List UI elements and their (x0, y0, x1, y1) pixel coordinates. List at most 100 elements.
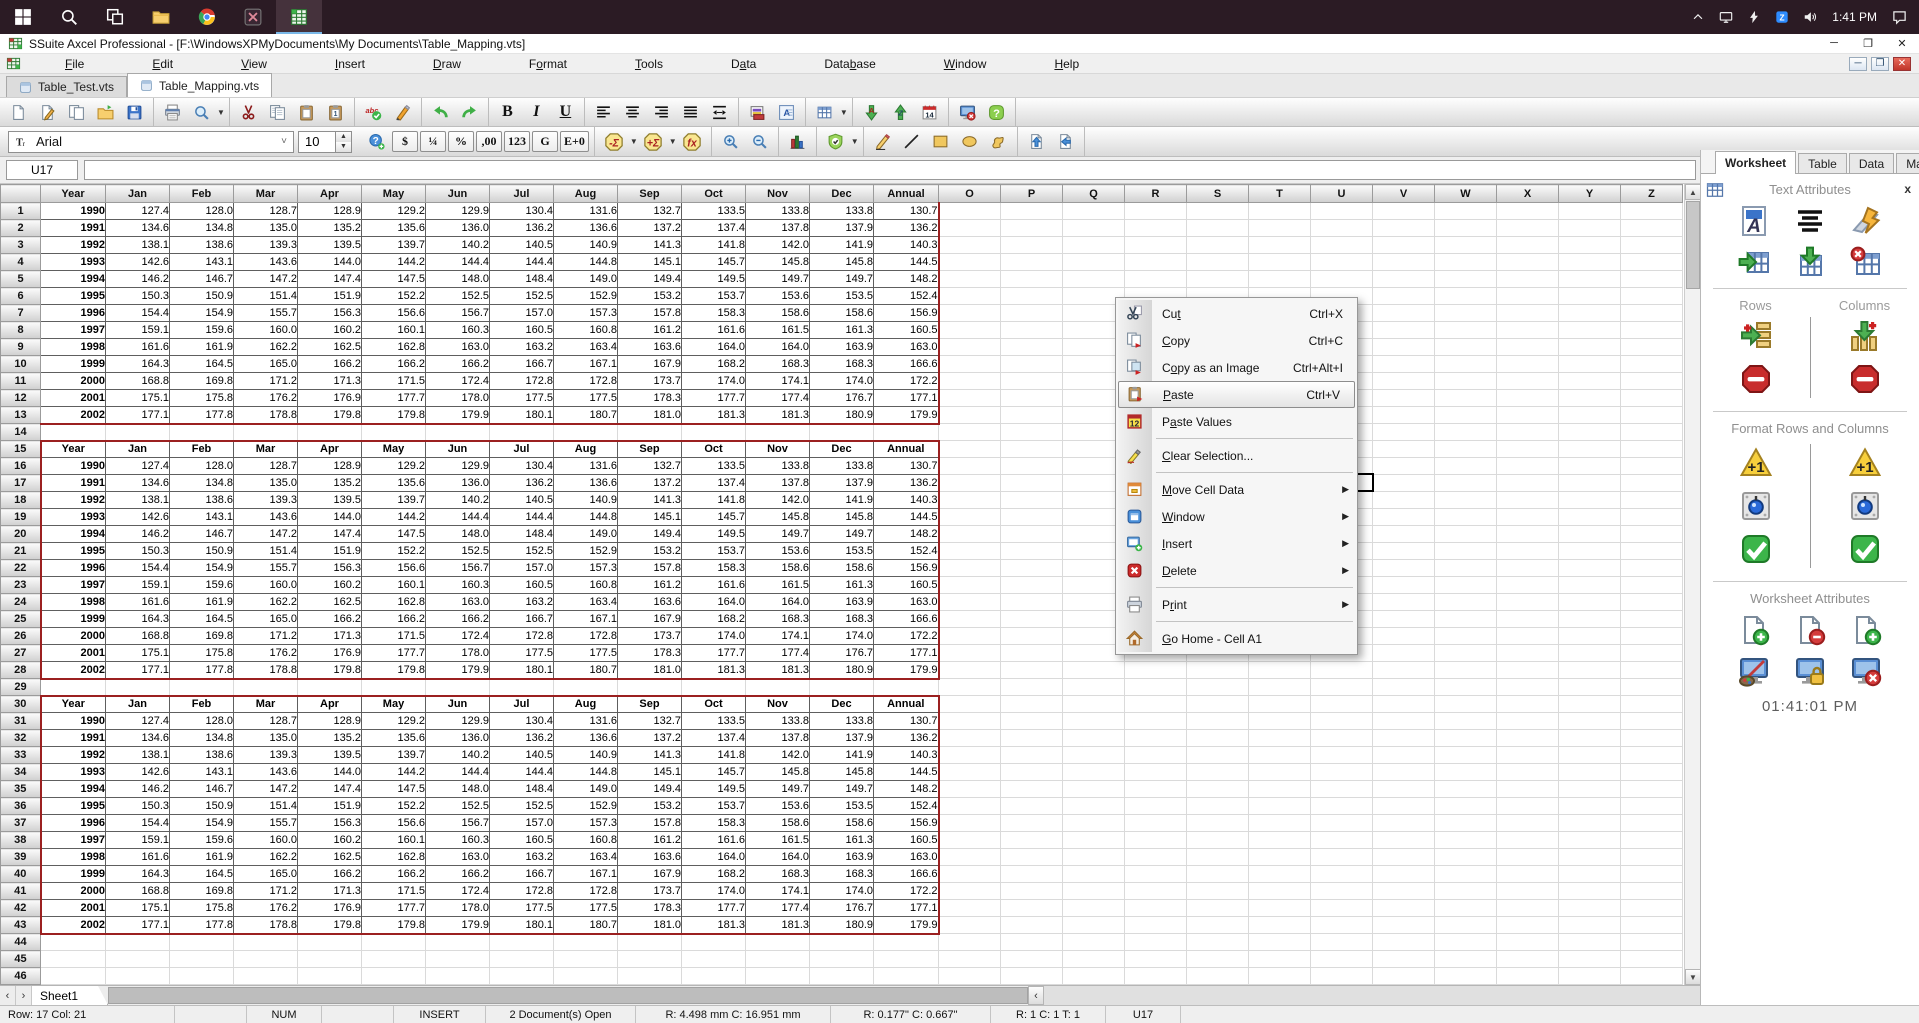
row-header-44[interactable]: 44 (1, 934, 41, 951)
undo-button[interactable] (426, 100, 455, 125)
grid-cell[interactable] (1125, 900, 1187, 917)
grid-cell[interactable] (1435, 543, 1497, 560)
grid-cell[interactable] (106, 424, 170, 441)
grid-cell[interactable]: 160.1 (362, 322, 426, 339)
redo-button[interactable] (455, 100, 484, 125)
grid-cell[interactable]: 179.8 (298, 917, 362, 934)
fit-width-button[interactable] (705, 100, 734, 125)
grid-cell[interactable]: 146.2 (106, 271, 170, 288)
grid-cell[interactable] (1125, 815, 1187, 832)
menu-data[interactable]: Data (697, 57, 790, 71)
grid-cell[interactable] (746, 424, 810, 441)
grid-cell[interactable] (1311, 900, 1373, 917)
grid-cell[interactable] (1311, 832, 1373, 849)
grid-cell[interactable]: 160.5 (490, 577, 554, 594)
grid-cell[interactable] (1001, 679, 1063, 696)
grid-cell[interactable]: 143.1 (170, 509, 234, 526)
pn-flash-button[interactable] (1849, 204, 1883, 238)
grid-cell[interactable]: 149.4 (618, 271, 682, 288)
grid-cell[interactable] (1249, 713, 1311, 730)
grid-cell[interactable] (1621, 747, 1683, 764)
pn-dial-button[interactable] (1739, 489, 1773, 523)
grid-cell[interactable] (1435, 662, 1497, 679)
grid-cell[interactable]: 177.7 (682, 900, 746, 917)
panel-tab-table[interactable]: Table (1798, 153, 1847, 173)
grid-cell[interactable]: 144.4 (426, 764, 490, 781)
grid-cell[interactable]: 147.5 (362, 271, 426, 288)
grid-cell[interactable] (939, 883, 1001, 900)
grid-cell[interactable]: 137.9 (810, 730, 874, 747)
grid-cell[interactable] (939, 475, 1001, 492)
grid-cell[interactable]: Sep (618, 441, 682, 458)
row-header-45[interactable]: 45 (1, 951, 41, 968)
grid-cell[interactable]: 144.2 (362, 764, 426, 781)
grid-cell[interactable] (170, 968, 234, 985)
grid-cell[interactable] (939, 951, 1001, 968)
grid-cell[interactable]: 178.0 (426, 390, 490, 407)
column-header-Sep[interactable]: Sep (618, 185, 682, 203)
grid-cell[interactable]: 140.5 (490, 747, 554, 764)
grid-cell[interactable]: 178.3 (618, 390, 682, 407)
chart-button[interactable] (783, 129, 812, 154)
grid-cell[interactable] (1249, 764, 1311, 781)
grid-cell[interactable] (939, 509, 1001, 526)
grid-cell[interactable]: 166.7 (490, 866, 554, 883)
grid-cell[interactable]: 129.2 (362, 713, 426, 730)
row-header-27[interactable]: 27 (1, 645, 41, 662)
grid-cell[interactable]: Dec (810, 441, 874, 458)
column-header-Q[interactable]: Q (1063, 185, 1125, 203)
grid-cell[interactable]: 161.2 (618, 322, 682, 339)
grid-cell[interactable]: 136.0 (426, 730, 490, 747)
grid-cell[interactable]: 157.8 (618, 815, 682, 832)
grid-cell[interactable]: 142.6 (106, 509, 170, 526)
grid-cell[interactable] (1435, 679, 1497, 696)
pn-col-add-button[interactable] (1848, 319, 1882, 353)
grid-cell[interactable]: 172.2 (874, 373, 939, 390)
row-header-29[interactable]: 29 (1, 679, 41, 696)
align-center-button[interactable] (618, 100, 647, 125)
grid-cell[interactable]: 177.4 (746, 390, 810, 407)
grid-cell[interactable] (1621, 713, 1683, 730)
grid-cell[interactable] (1001, 611, 1063, 628)
grid-cell[interactable]: 149.7 (810, 271, 874, 288)
grid-cell[interactable] (1311, 781, 1373, 798)
grid-cell[interactable]: Aug (554, 441, 618, 458)
grid-cell[interactable]: 135.0 (234, 220, 298, 237)
grid-cell[interactable]: 163.0 (874, 339, 939, 356)
grid-cell[interactable]: 159.6 (170, 577, 234, 594)
grid-cell[interactable] (1249, 730, 1311, 747)
grid-cell[interactable] (1497, 747, 1559, 764)
grid-cell[interactable]: 160.8 (554, 832, 618, 849)
grid-cell[interactable] (1125, 747, 1187, 764)
grid-cell[interactable] (1373, 458, 1435, 475)
dropdown-arrow-icon[interactable]: ▼ (851, 137, 859, 146)
grid-cell[interactable] (1497, 424, 1559, 441)
grid-cell[interactable] (1249, 271, 1311, 288)
grid-cell[interactable]: Apr (298, 441, 362, 458)
grid-cell[interactable] (1559, 713, 1621, 730)
grid-cell[interactable] (1435, 849, 1497, 866)
grid-cell[interactable]: 150.3 (106, 288, 170, 305)
row-header-34[interactable]: 34 (1, 764, 41, 781)
row-header-43[interactable]: 43 (1, 917, 41, 934)
grid-cell[interactable]: 153.7 (682, 543, 746, 560)
grid-cell[interactable]: 146.2 (106, 526, 170, 543)
grid-cell[interactable] (1621, 424, 1683, 441)
grid-cell[interactable] (1497, 849, 1559, 866)
grid-cell[interactable] (1559, 305, 1621, 322)
grid-cell[interactable] (939, 815, 1001, 832)
page-up-button[interactable] (1022, 129, 1051, 154)
grid-cell[interactable] (1187, 968, 1249, 985)
grid-cell[interactable] (810, 968, 874, 985)
pn-screen-close-button[interactable] (1849, 654, 1883, 688)
grid-cell[interactable] (554, 934, 618, 951)
grid-cell[interactable]: 161.6 (682, 832, 746, 849)
grid-cell[interactable]: 160.0 (234, 832, 298, 849)
grid-cell[interactable]: 177.7 (362, 645, 426, 662)
grid-cell[interactable]: 156.6 (362, 815, 426, 832)
grid-cell[interactable] (1125, 679, 1187, 696)
grid-cell[interactable] (1373, 713, 1435, 730)
grid-cell[interactable] (1621, 628, 1683, 645)
grid-cell[interactable]: 156.7 (426, 815, 490, 832)
grid-cell[interactable] (1497, 951, 1559, 968)
